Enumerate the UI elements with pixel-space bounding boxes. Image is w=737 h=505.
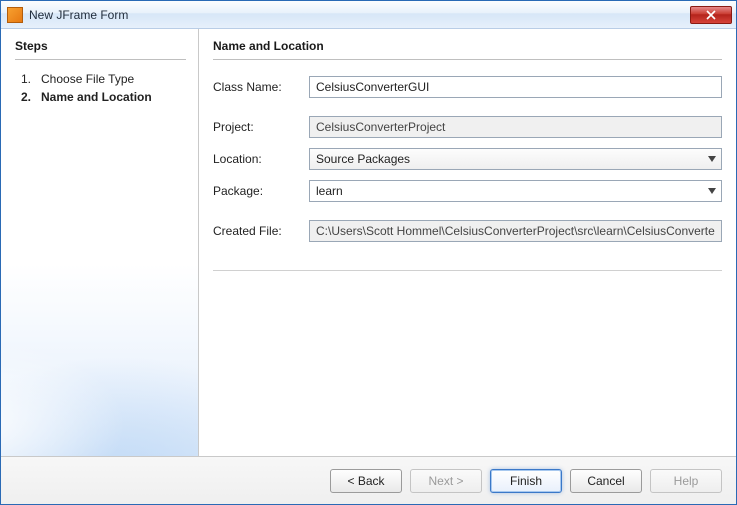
- location-label: Location:: [213, 152, 309, 166]
- sidebar-header: Steps: [15, 39, 186, 53]
- class-name-label: Class Name:: [213, 80, 309, 94]
- package-label: Package:: [213, 184, 309, 198]
- step-number: 1.: [19, 72, 31, 86]
- close-button[interactable]: [690, 6, 732, 24]
- window-titlebar: New JFrame Form: [1, 1, 736, 29]
- finish-button[interactable]: Finish: [490, 469, 562, 493]
- step-label: Choose File Type: [41, 72, 134, 86]
- created-file-field: [309, 220, 722, 242]
- back-button[interactable]: < Back: [330, 469, 402, 493]
- wizard-steps-sidebar: Steps 1. Choose File Type 2. Name and Lo…: [1, 29, 199, 456]
- content-header: Name and Location: [213, 39, 722, 53]
- wizard-footer: < Back Next > Finish Cancel Help: [1, 456, 736, 504]
- help-button: Help: [650, 469, 722, 493]
- cancel-button[interactable]: Cancel: [570, 469, 642, 493]
- next-button: Next >: [410, 469, 482, 493]
- step-item-current: 2. Name and Location: [19, 88, 186, 106]
- step-label: Name and Location: [41, 90, 152, 104]
- app-icon: [7, 7, 23, 23]
- project-field: [309, 116, 722, 138]
- step-number: 2.: [19, 90, 31, 104]
- project-label: Project:: [213, 120, 309, 134]
- step-item: 1. Choose File Type: [19, 70, 186, 88]
- close-icon: [706, 10, 716, 20]
- steps-list: 1. Choose File Type 2. Name and Location: [15, 70, 186, 106]
- created-file-label: Created File:: [213, 224, 309, 238]
- package-combo[interactable]: [309, 180, 722, 202]
- wizard-content: Name and Location Class Name: Project: L…: [199, 29, 736, 456]
- class-name-input[interactable]: [309, 76, 722, 98]
- location-combo[interactable]: [309, 148, 722, 170]
- window-title: New JFrame Form: [29, 8, 690, 22]
